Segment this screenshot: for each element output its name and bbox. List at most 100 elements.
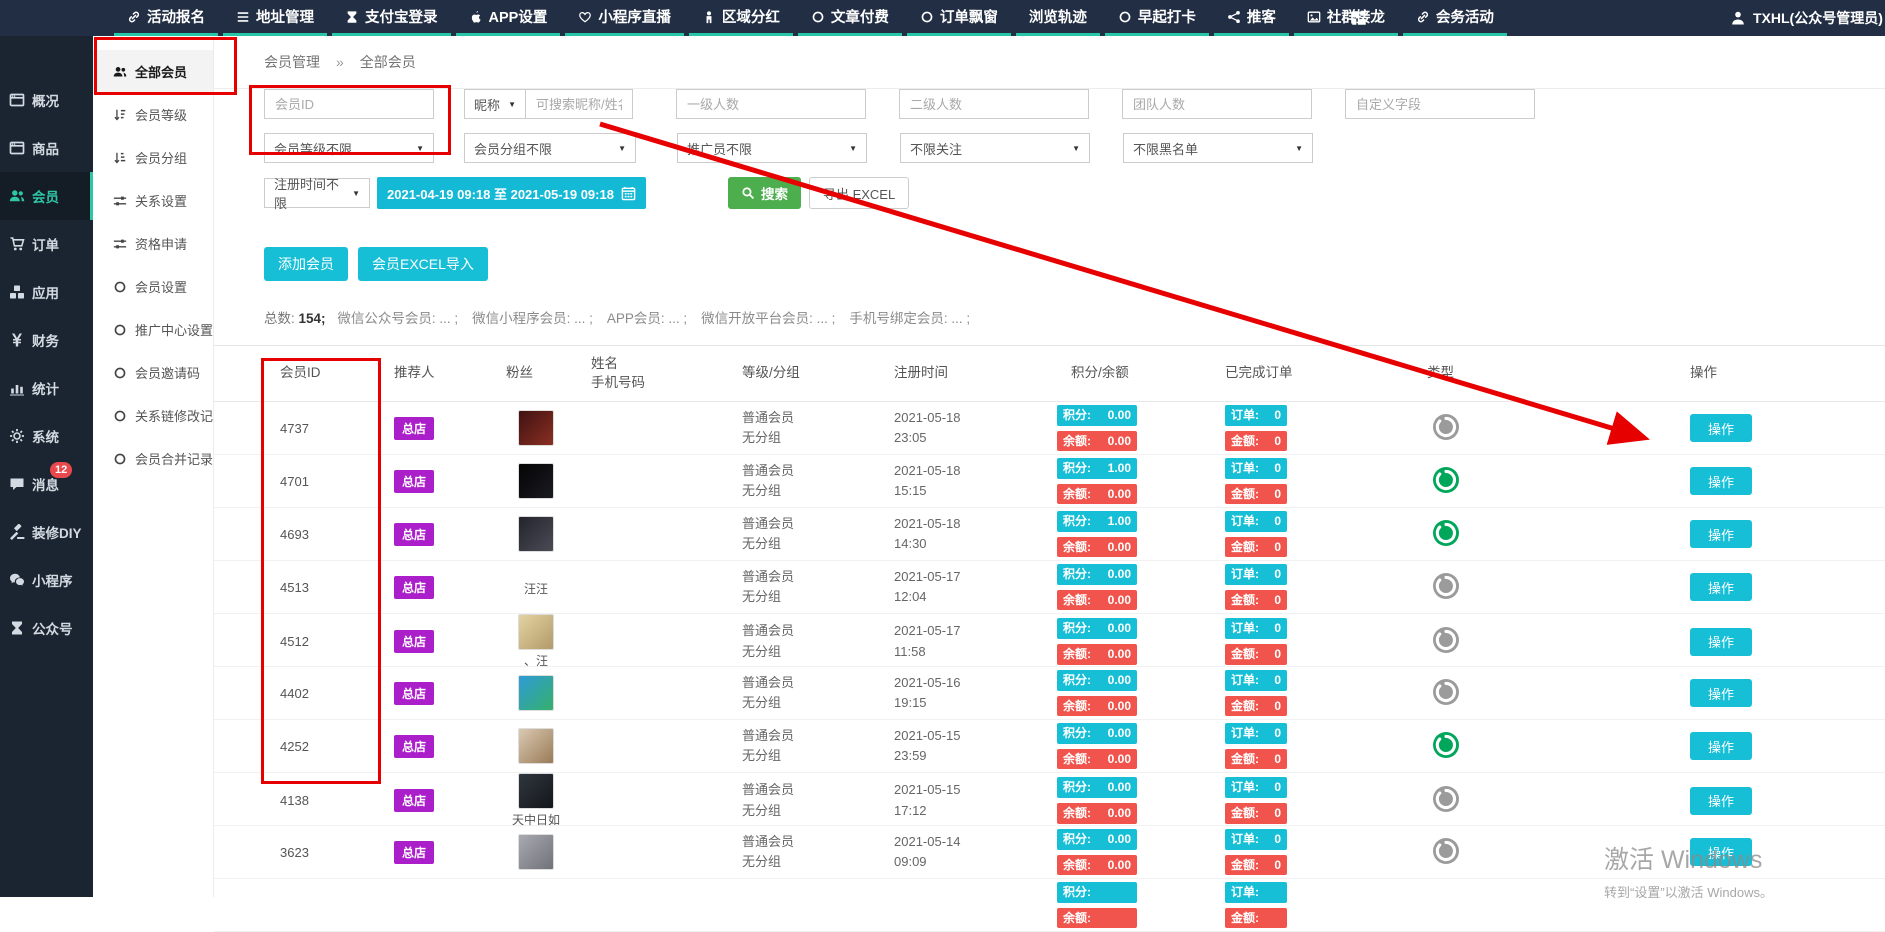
topnav-item[interactable]: 社群接龙 (1294, 0, 1398, 36)
orders-badge: 订单:0 (1225, 670, 1287, 691)
sidebar-item[interactable]: 装修DIY (0, 508, 93, 556)
register-time-select[interactable]: 注册时间不限 ▼ (264, 178, 370, 208)
cell-actions: 操作 (1690, 679, 1885, 707)
filter-select[interactable]: 会员分组不限 ▼ (464, 133, 636, 163)
sidebar-item[interactable]: 小程序 (0, 556, 93, 604)
submenu-item[interactable]: 关系设置 (93, 179, 213, 222)
sidebar-item[interactable]: 概况 (0, 76, 93, 124)
topnav-item[interactable]: APP设置 (456, 0, 561, 36)
topnav-item[interactable]: 会务活动 (1403, 0, 1507, 36)
row-action-button[interactable]: 操作 (1690, 732, 1752, 760)
caret-down-icon: ▼ (416, 144, 424, 153)
cell-member-id: 4701 (266, 474, 394, 489)
filter-select[interactable]: 推广员不限 ▼ (677, 133, 867, 163)
submenu-item[interactable]: 资格申请 (93, 222, 213, 265)
cell-actions: 操作 (1690, 732, 1885, 760)
submenu-item[interactable]: 会员设置 (93, 265, 213, 308)
excel-import-button[interactable]: 会员EXCEL导入 (358, 247, 488, 281)
member-type-icon (1433, 679, 1459, 705)
referrer-badge: 总店 (394, 417, 434, 440)
share-icon (1227, 10, 1241, 24)
search-button[interactable]: 搜索 (728, 177, 801, 209)
topnav-item[interactable]: 小程序直播 (565, 0, 684, 36)
topnav-item[interactable]: 订单飘窗 (907, 0, 1011, 36)
member-id-input[interactable] (264, 89, 434, 119)
sidebar-item[interactable]: 消息 12 (0, 460, 93, 508)
cell-points-balance: 积分:0.00 余额:0.00 (1057, 777, 1225, 824)
level1-count-input[interactable] (676, 89, 866, 119)
topnav-item[interactable]: 早起打卡 (1105, 0, 1209, 36)
keyword-search-input[interactable] (525, 89, 633, 119)
account-name: TXHL(公众号管理员) (1753, 8, 1883, 28)
nickname-type-select[interactable]: 昵称 ▼ (464, 89, 526, 119)
col-level-group: 等级/分组 (742, 364, 894, 382)
filter-select[interactable]: 不限黑名单 ▼ (1123, 133, 1313, 163)
filter-row-inputs: 昵称 ▼ (264, 89, 1885, 119)
referrer-badge: 总店 (394, 789, 434, 812)
balance-badge: 余额:0.00 (1057, 590, 1137, 611)
filter-select[interactable]: 不限关注 ▼ (900, 133, 1090, 163)
submenu-item[interactable]: 会员等级 (93, 93, 213, 136)
filter-row-time: 注册时间不限 ▼ 2021-04-19 09:18 至 2021-05-19 0… (264, 177, 1885, 209)
sidebar-item[interactable]: 系统 (0, 412, 93, 460)
orders-badge: 订单:0 (1225, 618, 1287, 639)
fan-avatar (518, 410, 554, 446)
sidebar-item[interactable]: 财务 (0, 316, 93, 364)
circle-icon (113, 280, 127, 294)
breadcrumb-section[interactable]: 会员管理 (264, 52, 320, 72)
row-action-button[interactable]: 操作 (1690, 838, 1752, 866)
cart-icon (9, 236, 25, 252)
sidebar-item[interactable]: 商品 (0, 124, 93, 172)
submenu-item[interactable]: 全部会员 (93, 50, 213, 93)
level2-count-input[interactable] (899, 89, 1089, 119)
row-action-button[interactable]: 操作 (1690, 573, 1752, 601)
submenu-item[interactable]: 会员邀请码 (93, 351, 213, 394)
topnav-item-label: 活动报名 (147, 6, 205, 27)
row-action-button[interactable]: 操作 (1690, 467, 1752, 495)
topnav-item[interactable]: 地址管理 (223, 0, 327, 36)
cell-points-balance: 积分:0.00 余额:0.00 (1057, 564, 1225, 611)
topnav-item[interactable]: 推客 (1214, 0, 1289, 36)
apps-grid-icon[interactable] (1350, 9, 1368, 27)
keyword-search-group: 昵称 ▼ (464, 89, 633, 119)
cell-member-id: 4513 (266, 580, 394, 595)
sidebar-item[interactable]: 应用 (0, 268, 93, 316)
cell-type (1427, 627, 1690, 656)
sidebar-item[interactable]: 公众号 (0, 604, 93, 652)
date-range-button[interactable]: 2021-04-19 09:18 至 2021-05-19 09:18 (377, 177, 646, 209)
cell-referrer: 总店 (394, 576, 506, 599)
custom-field-input[interactable] (1345, 89, 1535, 119)
account-menu[interactable]: TXHL(公众号管理员) (1730, 0, 1883, 36)
filter-select[interactable]: 会员等级不限 ▼ (264, 133, 434, 163)
topnav-item[interactable]: 支付宝登录 (332, 0, 451, 36)
row-action-button[interactable]: 操作 (1690, 679, 1752, 707)
topnav-item[interactable]: 活动报名 (114, 0, 218, 36)
submenu-item[interactable]: 关系链修改记录 (93, 394, 213, 437)
table-row: 4402 总店 普通会员 无分组 2021-05-16 19:15 积分:0.0… (214, 667, 1885, 720)
topnav-item[interactable]: 文章付费 (798, 0, 902, 36)
topnav-item[interactable]: 区域分红 (689, 0, 793, 36)
breadcrumb: 会员管理 » 全部会员 (214, 36, 1885, 89)
cell-register-time: 2021-05-14 09:09 (894, 832, 1057, 872)
row-action-button[interactable]: 操作 (1690, 787, 1752, 815)
team-count-input[interactable] (1122, 89, 1312, 119)
row-action-button[interactable]: 操作 (1690, 414, 1752, 442)
table-row: 4737 总店 普通会员 无分组 2021-05-18 23:05 积分:0.0… (214, 402, 1885, 455)
cell-referrer: 总店 (394, 417, 506, 440)
submenu-item-label: 会员邀请码 (135, 363, 200, 382)
row-action-button[interactable]: 操作 (1690, 628, 1752, 656)
submenu-item[interactable]: 推广中心设置 (93, 308, 213, 351)
sidebar-item[interactable]: 统计 (0, 364, 93, 412)
topnav-item[interactable]: 浏览轨迹 (1016, 0, 1100, 36)
sidebar-item[interactable]: 订单 (0, 220, 93, 268)
submenu-item[interactable]: 会员分组 (93, 136, 213, 179)
submenu-item-label: 全部会员 (135, 62, 187, 81)
sidebar-item[interactable]: 会员 (0, 172, 93, 220)
amount-badge: 金额:0 (1225, 696, 1287, 717)
export-excel-button[interactable]: 导出 EXCEL (809, 177, 909, 209)
summary-part: APP会员: ... ; (607, 311, 687, 326)
row-action-button[interactable]: 操作 (1690, 520, 1752, 548)
add-member-button[interactable]: 添加会员 (264, 247, 348, 281)
submenu-item[interactable]: 会员合并记录 (93, 437, 213, 480)
heart-icon (578, 10, 592, 24)
